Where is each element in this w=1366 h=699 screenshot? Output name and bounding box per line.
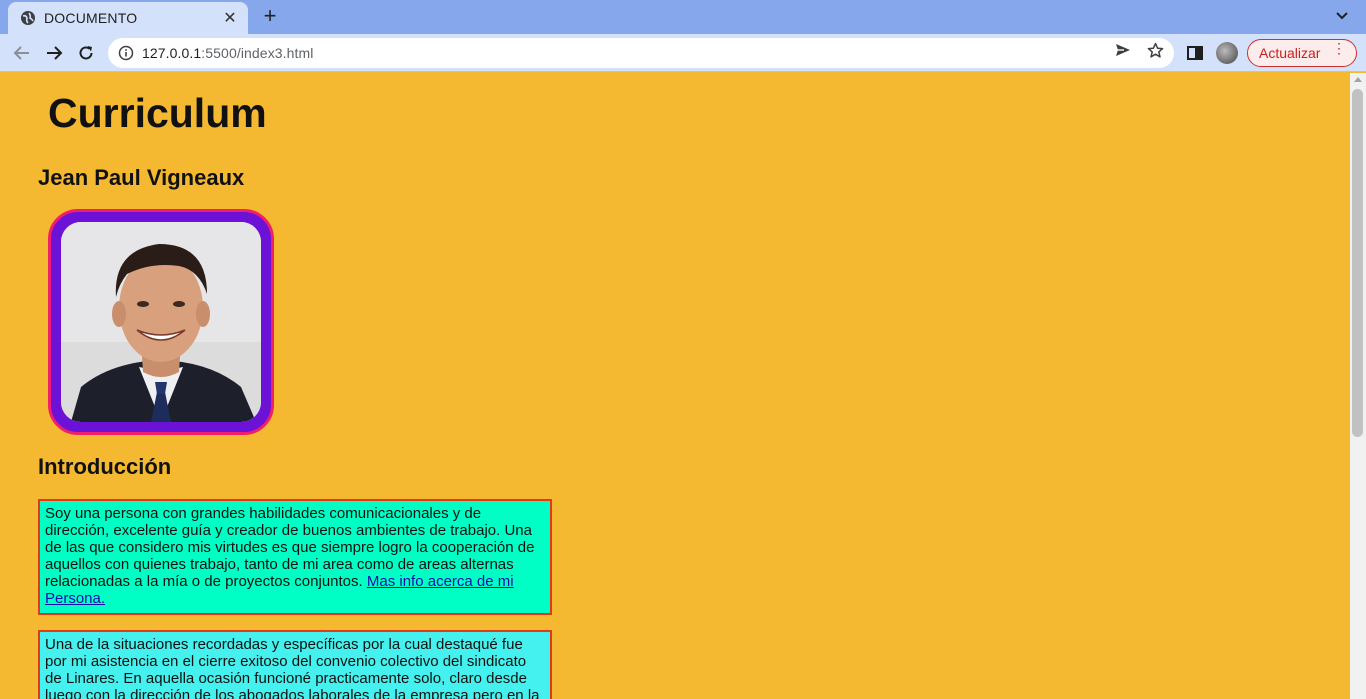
send-icon[interactable] [1114,41,1132,59]
star-icon[interactable] [1146,41,1164,59]
forward-button[interactable] [42,41,66,65]
browser-toolbar: 127.0.0.1:5500/index3.html Actualizar ⋮ [0,34,1366,72]
intro-heading: Introducción [38,454,172,479]
url-host: 127.0.0.1 [142,45,202,61]
intro-paragraph-1: Soy una persona con grandes habilidades … [38,499,552,615]
url-path: :5500/index3.html [201,45,314,61]
profile-photo [61,222,261,422]
tab-title: DOCUMENTO [44,10,138,26]
paragraph-2-text: Una de la situaciones recordadas y espec… [45,636,540,699]
profile-photo-frame [48,209,274,435]
info-icon[interactable] [118,45,134,61]
update-label: Actualizar [1259,45,1321,61]
scrollbar-thumb[interactable] [1352,89,1363,437]
close-tab-icon[interactable]: ✕ [222,8,238,28]
profile-avatar[interactable] [1216,42,1238,64]
intro-paragraph-2: Una de la situaciones recordadas y espec… [38,630,552,699]
page-title: Curriculum [48,90,267,136]
back-button[interactable] [10,41,34,65]
globe-icon [20,10,36,26]
arrow-right-icon [47,46,63,60]
page-content: Curriculum Jean Paul Vigneaux Introducci… [0,73,1350,699]
update-button[interactable]: Actualizar ⋮ [1247,39,1357,67]
tab-strip: DOCUMENTO ✕ + [0,0,1366,34]
scroll-up-icon[interactable] [1354,77,1362,82]
arrow-left-icon [13,46,29,60]
new-tab-button[interactable]: + [258,4,282,28]
person-name: Jean Paul Vigneaux [38,165,245,190]
reload-icon [79,46,93,60]
more-menu-icon[interactable]: ⋮ [1332,41,1346,55]
reload-button[interactable] [74,41,98,65]
address-bar[interactable]: 127.0.0.1:5500/index3.html [108,38,1174,68]
url-text: 127.0.0.1:5500/index3.html [142,45,314,61]
side-panel-icon[interactable] [1186,44,1204,62]
chevron-down-icon[interactable] [1332,6,1352,26]
browser-tab[interactable]: DOCUMENTO ✕ [8,2,248,34]
vertical-scrollbar[interactable] [1350,73,1366,699]
